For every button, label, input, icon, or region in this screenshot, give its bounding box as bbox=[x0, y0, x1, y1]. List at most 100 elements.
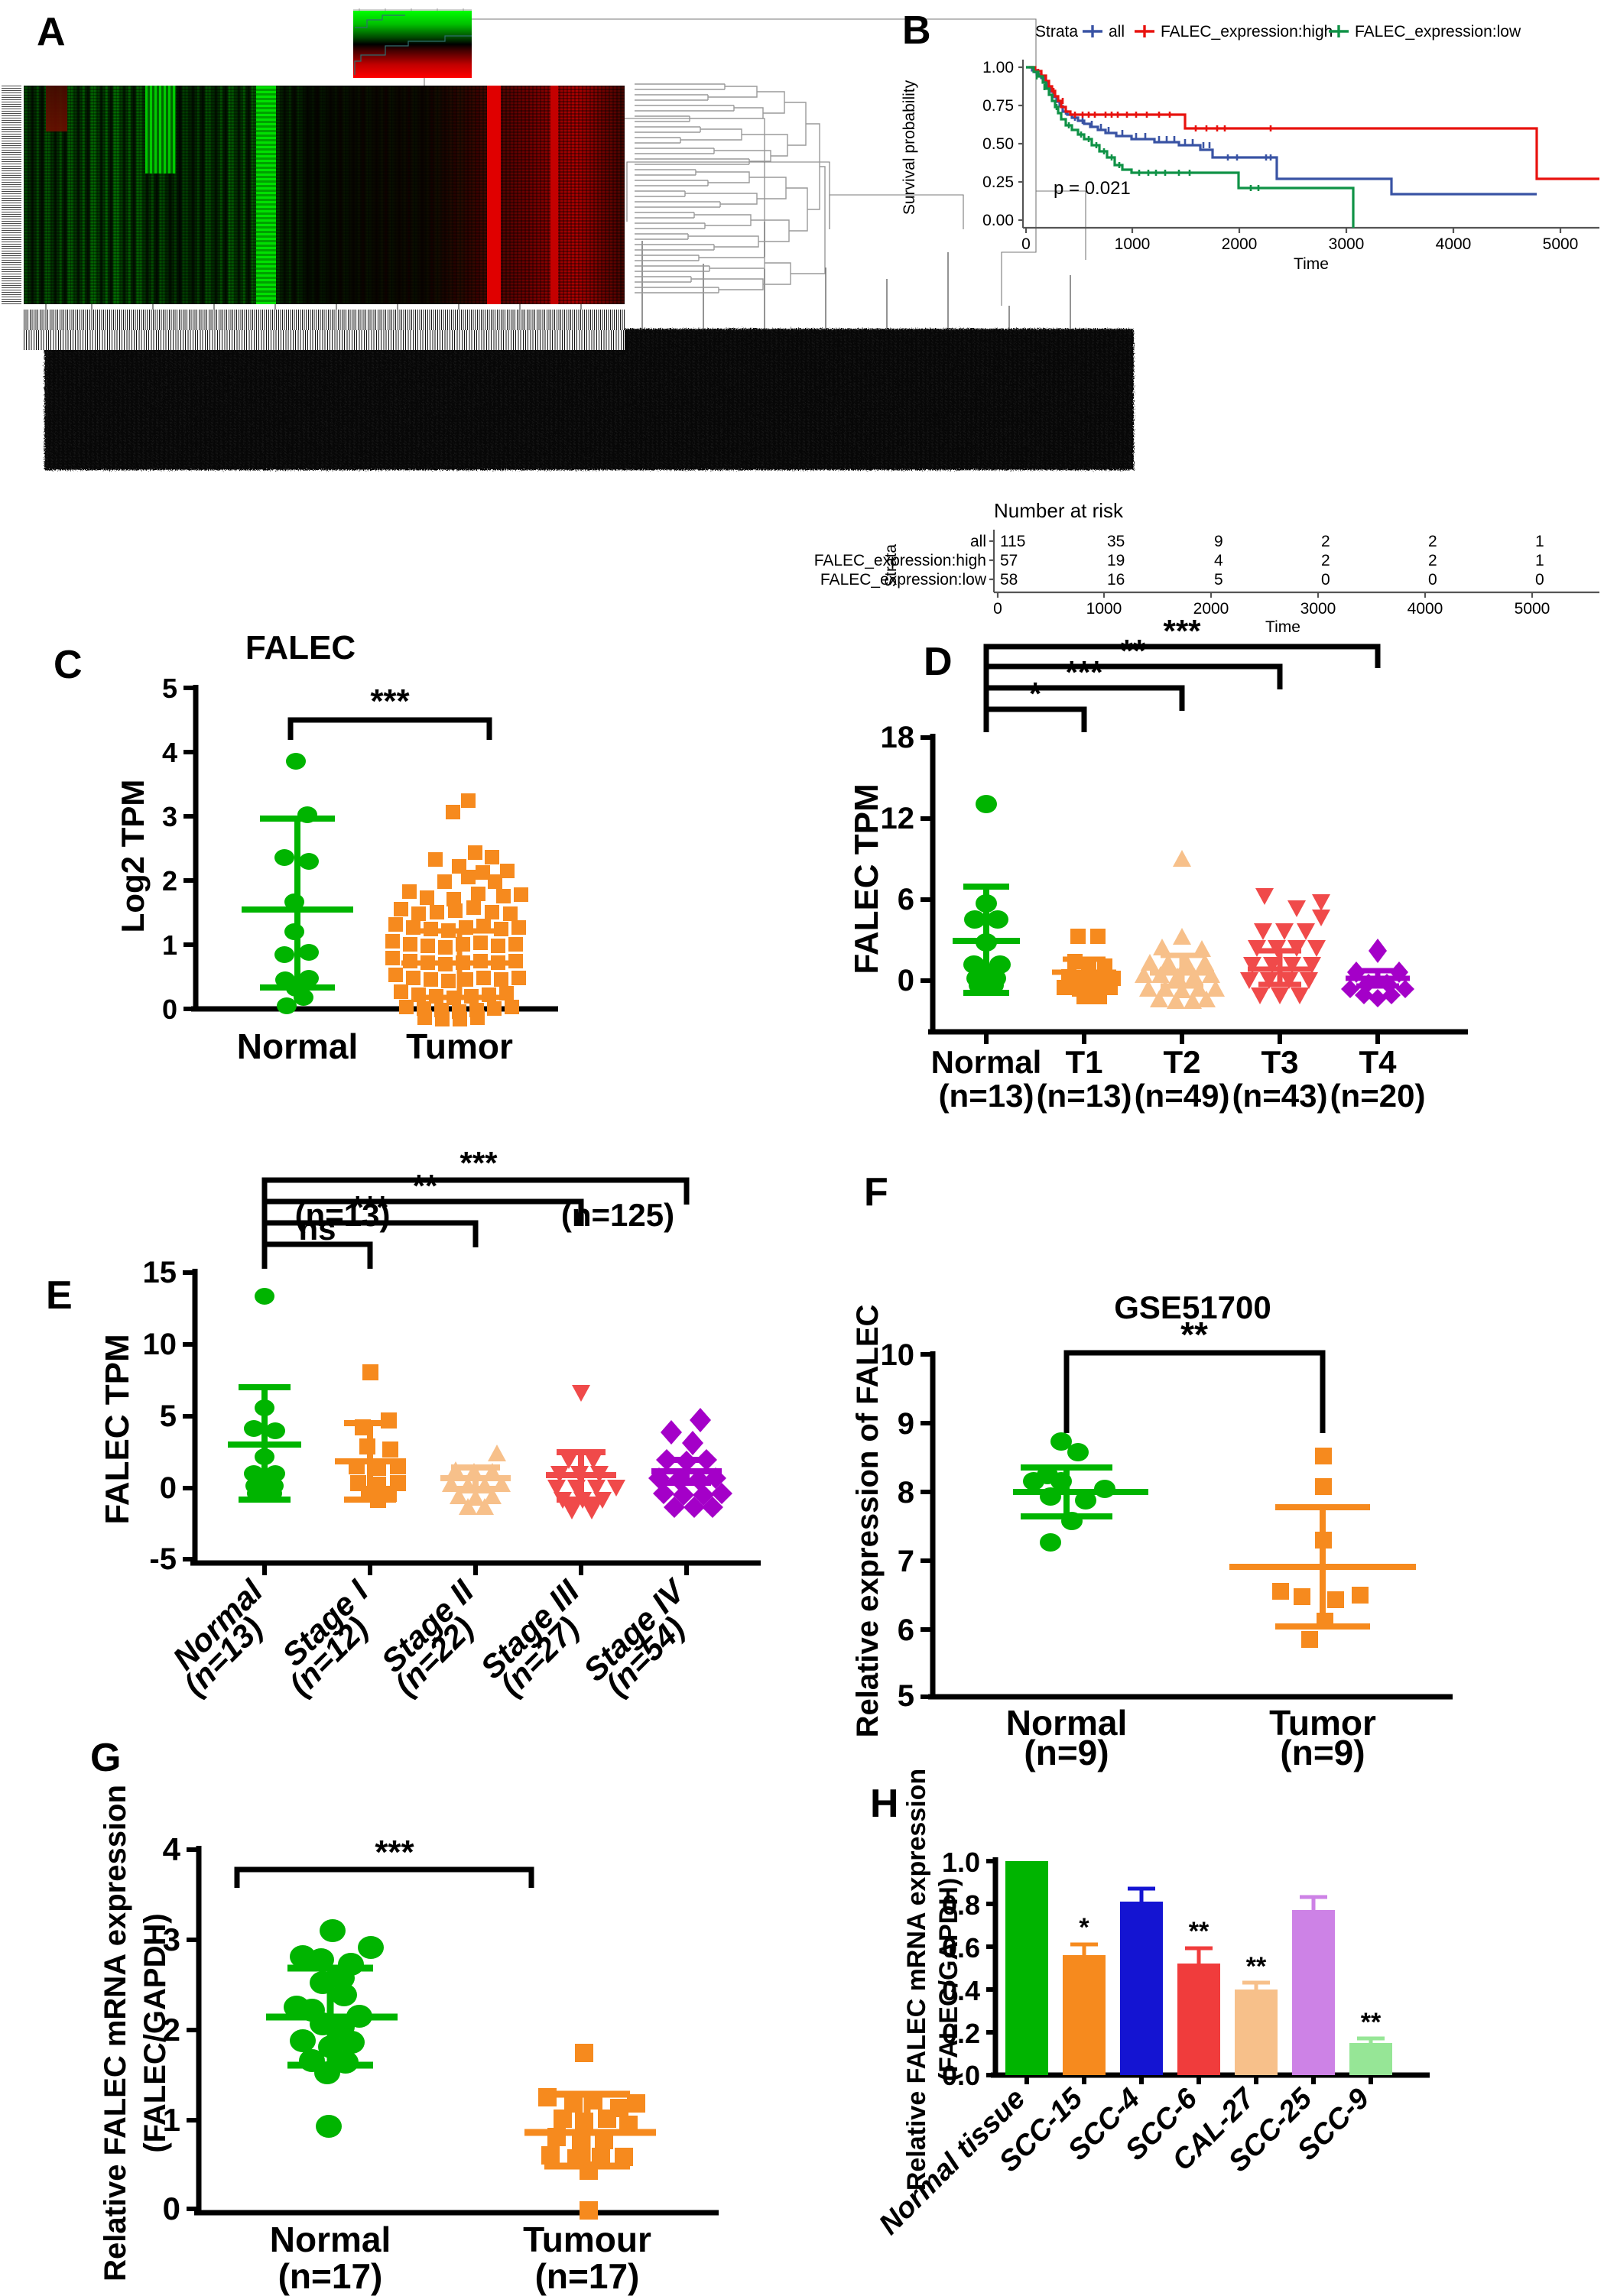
panel-h: H 1.0 0.8 0.6 0.4 0.2 0.0 Relative FALEC… bbox=[803, 1758, 1617, 2296]
heatmap-red-stripe-2 bbox=[550, 86, 558, 304]
panel-c-sig-bracket bbox=[287, 717, 492, 740]
panel-d-sig-2: *** bbox=[1065, 654, 1103, 690]
risk-row-label-low: FALEC_expression:low bbox=[820, 571, 987, 589]
risk-row-label-high: FALEC_expression:high bbox=[814, 552, 986, 569]
km-legend-label-high: FALEC_expression:high bbox=[1161, 23, 1333, 41]
risk-cell: 5 bbox=[1214, 571, 1223, 589]
panel-c-sig-label: *** bbox=[370, 683, 410, 720]
km-ytick-0: 0.00 bbox=[982, 212, 1014, 229]
risk-cell: 1 bbox=[1535, 552, 1544, 569]
panel-h-label: H bbox=[870, 1782, 899, 1826]
d-ytick-0: 0 bbox=[898, 964, 914, 997]
panel-e-xlabels: Normal (n=13) Stage I (n=12) Stage II (n… bbox=[166, 1571, 693, 1703]
e-ytick-neg5: -5 bbox=[149, 1542, 177, 1576]
panel-d-xlabel-t1: T1 bbox=[1065, 1044, 1102, 1080]
row-labels-strip bbox=[2, 86, 21, 304]
bar-cal-27[interactable] bbox=[1235, 1990, 1278, 2075]
bar-scc-6[interactable] bbox=[1177, 1964, 1220, 2075]
panel-e-scatter: 15 10 5 0 -5 FALEC TPM ns *** ** *** (n=… bbox=[99, 1145, 761, 1703]
panel-f: F GSE51700 10 9 8 7 6 5 Relative express… bbox=[851, 1162, 1476, 1772]
panel-b-label: B bbox=[902, 8, 931, 53]
km-legend-item-high[interactable]: FALEC_expression:high bbox=[1135, 23, 1333, 41]
bar-scc-15[interactable] bbox=[1063, 1955, 1106, 2075]
panel-g-sig-label: *** bbox=[375, 1834, 414, 1871]
risk-cell: 1 bbox=[1535, 533, 1544, 550]
panel-g-scatter: 4 3 2 1 0 Relative FALEC mRNA expression… bbox=[99, 1785, 719, 2296]
risk-cell: 2 bbox=[1428, 552, 1437, 569]
risk-cell: 4 bbox=[1214, 552, 1223, 569]
panel-b-risk-table: Number at risk Strata all FALEC_expressi… bbox=[814, 499, 1599, 636]
panel-e: E 15 10 5 0 -5 FALEC TPM ns *** ** *** (… bbox=[46, 1145, 856, 1758]
panel-d-label: D bbox=[924, 640, 953, 684]
panel-d-sig-1: * bbox=[1029, 676, 1042, 712]
heatmap-green-block-1 bbox=[46, 86, 67, 131]
panel-e-ylabel: FALEC TPM bbox=[99, 1334, 136, 1524]
panel-g-ylabel-line2: (FALEC/GAPDH) bbox=[138, 1913, 172, 2152]
risk-xtick: 3000 bbox=[1300, 600, 1336, 618]
panel-c-label: C bbox=[54, 643, 83, 687]
km-curve-all bbox=[1026, 66, 1537, 196]
km-legend-item-low[interactable]: FALEC_expression:low bbox=[1329, 23, 1521, 41]
km-xtick-1000: 1000 bbox=[1115, 235, 1151, 253]
g-ytick-4: 4 bbox=[163, 1831, 181, 1867]
panel-f-sig-bracket bbox=[1063, 1350, 1326, 1433]
heatmap-green-block-2 bbox=[145, 86, 176, 173]
bar-scc-9[interactable] bbox=[1349, 2043, 1392, 2075]
panel-e-annotation-left: (n=13) bbox=[295, 1197, 391, 1233]
panel-f-sig-label: ** bbox=[1180, 1315, 1208, 1354]
panel-f-label: F bbox=[864, 1170, 888, 1214]
color-key-histogram bbox=[354, 15, 472, 75]
bar-scc-25[interactable] bbox=[1292, 1910, 1335, 2075]
f-ytick-6: 6 bbox=[898, 1613, 914, 1647]
f-ytick-7: 7 bbox=[898, 1545, 914, 1578]
panel-c-errorbars-normal bbox=[242, 816, 353, 991]
panel-a: A bbox=[0, 0, 1134, 634]
km-ytick-1: 1.00 bbox=[982, 59, 1014, 76]
km-legend-label-all: all bbox=[1109, 23, 1125, 41]
column-labels-tails bbox=[24, 330, 625, 350]
panel-f-ylabel: Relative expression of FALEC bbox=[851, 1305, 885, 1738]
km-ytick-075: 0.75 bbox=[982, 97, 1014, 115]
panel-d-xlabel-t2: T2 bbox=[1163, 1044, 1200, 1080]
panel-h-errorbars bbox=[1070, 1886, 1385, 2043]
km-legend-label-low: FALEC_expression:low bbox=[1355, 23, 1521, 41]
risk-xtick: 5000 bbox=[1515, 600, 1550, 618]
panel-h-xlabels: Normal tissue SCC-15 SCC-4 SCC-6 CAL-27 … bbox=[873, 2081, 1375, 2241]
km-xlabel: Time bbox=[1294, 255, 1329, 273]
d-ytick-12: 12 bbox=[881, 802, 915, 835]
panel-c-title: FALEC bbox=[245, 629, 356, 666]
heatmap-green-stripe bbox=[256, 86, 276, 304]
e-ytick-5: 5 bbox=[160, 1399, 177, 1433]
risk-xtick: 1000 bbox=[1086, 600, 1122, 618]
panel-h-barchart: 1.0 0.8 0.6 0.4 0.2 0.0 Relative FALEC m… bbox=[873, 1769, 1430, 2241]
km-legend-item-all[interactable]: all bbox=[1083, 23, 1125, 41]
bar-normal-tissue[interactable] bbox=[1005, 1861, 1048, 2075]
color-key bbox=[353, 5, 472, 78]
panel-d-sig-3: ** bbox=[1121, 633, 1146, 669]
c-ytick-3: 3 bbox=[162, 801, 177, 832]
risk-cell: 0 bbox=[1321, 571, 1330, 589]
km-xtick-5000: 5000 bbox=[1543, 235, 1579, 253]
panel-d-ylabel: FALEC TPM bbox=[848, 783, 885, 974]
km-legend-title: Strata bbox=[1035, 23, 1078, 41]
panel-e-group-stage1 bbox=[349, 1364, 406, 1508]
panel-c: C FALEC 0 1 2 3 4 5 Log2 TPM *** Normal … bbox=[46, 627, 879, 1101]
e-ytick-15: 15 bbox=[143, 1256, 177, 1289]
panel-e-annotation-right: (n=125) bbox=[561, 1197, 674, 1233]
heatmap-texture bbox=[24, 86, 625, 304]
panel-g-n-tumour: (n=17) bbox=[535, 2256, 640, 2296]
risk-cell: 2 bbox=[1321, 533, 1330, 550]
km-xtick-2000: 2000 bbox=[1222, 235, 1258, 253]
km-legend: Strata all FALEC_expression:high FALEC_e… bbox=[1035, 23, 1521, 41]
bar-scc-4[interactable] bbox=[1120, 1902, 1163, 2075]
panel-e-errorbars-normal bbox=[228, 1384, 301, 1503]
panel-c-ylabel: Log2 TPM bbox=[115, 780, 151, 933]
panel-b-km-plot: Strata all FALEC_expression:high FALEC_e… bbox=[901, 23, 1599, 273]
panel-g-errorbars-normal bbox=[266, 1964, 398, 2069]
f-ytick-10: 10 bbox=[881, 1338, 915, 1372]
f-ytick-8: 8 bbox=[898, 1476, 914, 1510]
panel-d-xlabel-t4: T4 bbox=[1359, 1044, 1397, 1080]
panel-g-n-normal: (n=17) bbox=[278, 2256, 383, 2296]
risk-xtick: 4000 bbox=[1408, 600, 1443, 618]
f-ytick-9: 9 bbox=[898, 1407, 914, 1441]
